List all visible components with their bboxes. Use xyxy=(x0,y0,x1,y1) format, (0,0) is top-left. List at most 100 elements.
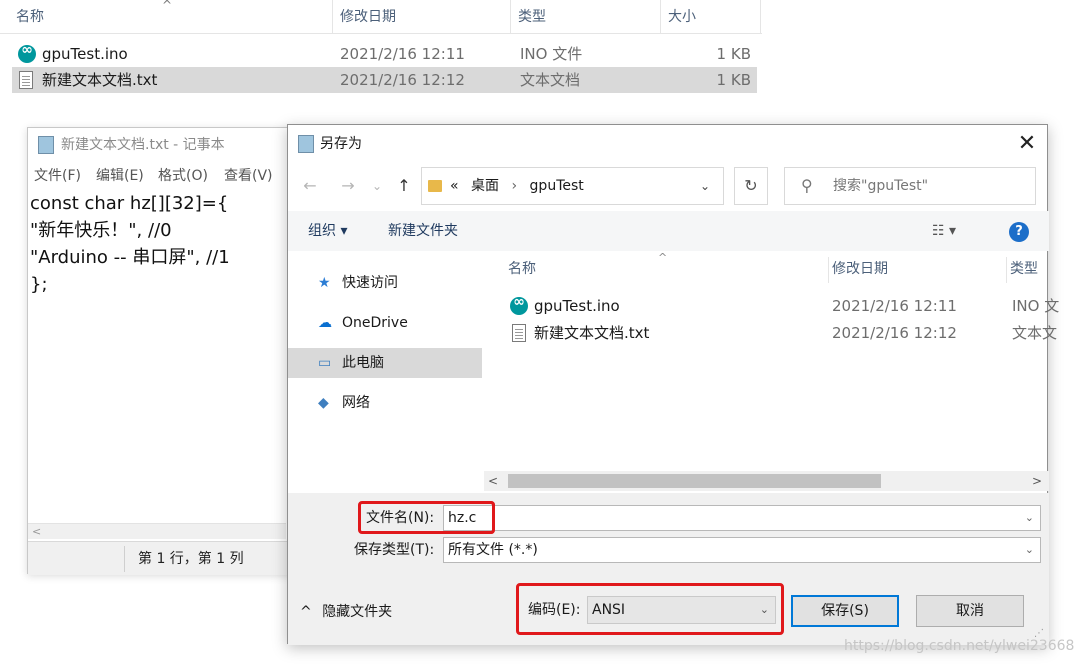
address-bar[interactable]: « 桌面 › gpuTest ⌄ xyxy=(421,167,724,205)
column-divider[interactable] xyxy=(760,0,761,34)
file-size: 1 KB xyxy=(716,71,751,89)
status-divider xyxy=(124,546,125,572)
file-size: 1 KB xyxy=(716,45,751,63)
search-input[interactable]: ⚲ 搜索"gpuTest" xyxy=(784,167,1036,205)
notepad-titlebar[interactable]: 新建文本文档.txt - 记事本 xyxy=(28,128,298,162)
scroll-left-icon[interactable]: < xyxy=(32,524,41,540)
column-divider[interactable] xyxy=(1006,257,1007,283)
column-type[interactable]: 类型 xyxy=(514,0,546,34)
scroll-left-icon[interactable]: < xyxy=(488,471,498,491)
column-divider[interactable] xyxy=(332,0,333,34)
nav-item-this-pc[interactable]: ▭ 此电脑 xyxy=(288,348,482,378)
forward-arrow-icon[interactable]: → xyxy=(338,171,358,201)
new-folder-button[interactable]: 新建文件夹 xyxy=(388,211,458,251)
help-icon[interactable]: ? xyxy=(1009,222,1029,242)
chevron-down-icon[interactable]: ⌄ xyxy=(1025,506,1034,530)
sort-up-icon: ^ xyxy=(658,251,668,264)
chevron-up-icon: ^ xyxy=(300,604,312,620)
cloud-icon: ☁ xyxy=(318,315,332,331)
file-name-label: 文件名(N): xyxy=(366,510,435,526)
column-divider[interactable] xyxy=(660,0,661,34)
chevron-down-icon[interactable]: ⌄ xyxy=(1025,538,1034,562)
save-type-select[interactable]: 所有文件 (*.*) ⌄ xyxy=(443,537,1041,563)
encoding-value: ANSI xyxy=(592,602,626,618)
nav-item-label: 快速访问 xyxy=(342,275,398,291)
resize-grip-icon[interactable]: ⋰ xyxy=(1034,628,1048,642)
chevron-down-icon[interactable]: ⌄ xyxy=(700,168,710,204)
column-divider[interactable] xyxy=(510,0,511,34)
chevron-down-icon[interactable]: ⌄ xyxy=(760,597,769,623)
breadcrumb-desktop[interactable]: 桌面 xyxy=(471,178,499,194)
notepad-text-area[interactable]: const char hz[][32]={"新年快乐！", //0 "Arduin… xyxy=(30,190,290,298)
save-as-dialog: 另存为 ✕ ← → ⌄ ↑ « 桌面 › gpuTest ⌄ ↻ ⚲ 搜索"gp… xyxy=(287,124,1059,645)
recent-locations-icon[interactable]: ⌄ xyxy=(370,171,384,201)
menu-format[interactable]: 格式(O) xyxy=(158,164,208,188)
notepad-statusbar: 第 1 行，第 1 列 xyxy=(28,541,298,575)
text-file-icon xyxy=(19,71,33,89)
breadcrumb-separator: › xyxy=(511,178,518,194)
file-row[interactable]: gpuTest.ino 2021/2/16 12:11 INO 文件 1 KB xyxy=(12,41,757,67)
menu-file[interactable]: 文件(F) xyxy=(34,164,81,188)
hide-folders-label: 隐藏文件夹 xyxy=(322,604,393,620)
file-type: INO 文件 xyxy=(520,45,583,63)
nav-item-onedrive[interactable]: ☁ OneDrive xyxy=(288,308,482,338)
file-type: 文本文 xyxy=(1012,324,1058,342)
refresh-icon[interactable]: ↻ xyxy=(734,167,768,205)
cursor-position: 第 1 行，第 1 列 xyxy=(138,551,244,567)
organize-button[interactable]: 组织 ▾ xyxy=(308,211,347,251)
notepad-title: 新建文本文档.txt - 记事本 xyxy=(61,137,225,153)
notepad-icon xyxy=(298,135,314,153)
file-list-header: 名称 ^ 修改日期 类型 xyxy=(498,251,1048,283)
back-arrow-icon[interactable]: ← xyxy=(300,171,320,201)
breadcrumb: « 桌面 › gpuTest xyxy=(450,168,584,204)
nav-item-network[interactable]: ◆ 网络 xyxy=(288,388,482,418)
navigation-pane: ★ 快速访问 ☁ OneDrive ▭ 此电脑 ◆ 网络 xyxy=(288,253,484,493)
menu-edit[interactable]: 编辑(E) xyxy=(96,164,144,188)
column-divider[interactable] xyxy=(828,257,829,283)
column-name[interactable]: 名称 xyxy=(12,0,44,34)
sort-up-icon: ^ xyxy=(162,0,173,12)
explorer-column-header: 名称 ^ 修改日期 类型 大小 xyxy=(0,0,762,34)
notepad-icon xyxy=(38,136,54,154)
nav-item-label: 此电脑 xyxy=(342,355,384,371)
arduino-file-icon xyxy=(510,294,528,315)
column-date[interactable]: 修改日期 xyxy=(336,0,396,34)
column-date[interactable]: 修改日期 xyxy=(832,255,888,283)
save-button[interactable]: 保存(S) xyxy=(791,595,899,627)
breadcrumb-overflow[interactable]: « xyxy=(450,178,459,194)
up-arrow-icon[interactable]: ↑ xyxy=(394,171,414,201)
file-name-input[interactable]: hz.c ⌄ xyxy=(443,505,1041,531)
file-type: 文本文档 xyxy=(520,71,581,89)
file-row[interactable]: gpuTest.ino 2021/2/16 12:11 INO 文 xyxy=(498,293,1059,319)
notepad-window: 新建文本文档.txt - 记事本 文件(F) 编辑(E) 格式(O) 查看(V)… xyxy=(27,127,298,575)
menu-view[interactable]: 查看(V) xyxy=(224,164,273,188)
network-icon: ◆ xyxy=(318,395,329,411)
file-name: gpuTest.ino xyxy=(534,297,620,315)
text-file-icon xyxy=(512,324,526,342)
column-size[interactable]: 大小 xyxy=(664,0,696,34)
column-type[interactable]: 类型 xyxy=(1010,255,1038,283)
close-icon[interactable]: ✕ xyxy=(1010,129,1044,159)
file-row[interactable]: 新建文本文档.txt 2021/2/16 12:12 文本文 xyxy=(498,320,1057,346)
scroll-right-icon[interactable]: > xyxy=(1032,471,1042,491)
view-options-icon[interactable]: ☷ ▾ xyxy=(932,211,956,251)
file-list-horizontal-scrollbar[interactable]: < > xyxy=(484,471,1049,491)
cancel-button[interactable]: 取消 xyxy=(916,595,1024,627)
column-name[interactable]: 名称 xyxy=(508,255,536,283)
breadcrumb-gputest[interactable]: gpuTest xyxy=(530,178,584,194)
encoding-select[interactable]: ANSI ⌄ xyxy=(587,596,776,624)
search-icon: ⚲ xyxy=(801,176,813,195)
search-placeholder: 搜索"gpuTest" xyxy=(833,178,929,194)
file-date: 2021/2/16 12:11 xyxy=(340,45,465,63)
file-date: 2021/2/16 12:12 xyxy=(832,324,957,342)
text-line: "新年快乐！", //0 xyxy=(30,220,172,241)
notepad-horizontal-scrollbar[interactable]: < xyxy=(28,523,286,539)
hide-folders-toggle[interactable]: ^ 隐藏文件夹 xyxy=(300,601,392,623)
nav-item-label: 网络 xyxy=(342,395,370,411)
file-name: gpuTest.ino xyxy=(42,45,128,63)
file-row-selected[interactable]: 新建文本文档.txt 2021/2/16 12:12 文本文档 1 KB xyxy=(12,67,757,93)
nav-item-quick-access[interactable]: ★ 快速访问 xyxy=(288,268,482,298)
scrollbar-thumb[interactable] xyxy=(508,474,881,488)
text-line: const char hz[][32]={ xyxy=(30,193,229,214)
save-type-label: 保存类型(T): xyxy=(354,542,435,558)
